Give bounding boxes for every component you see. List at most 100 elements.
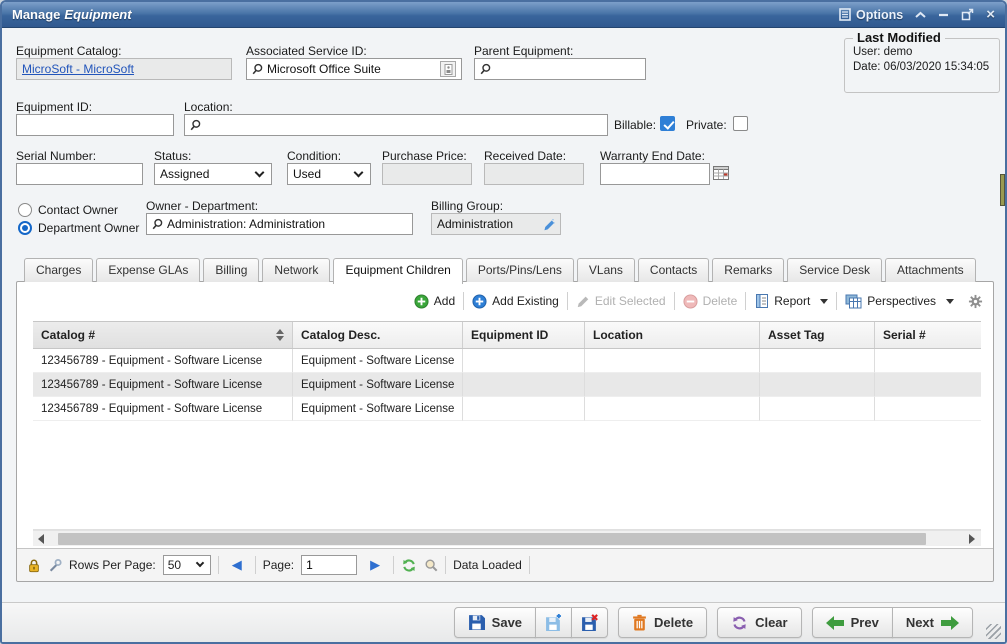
tab-charges[interactable]: Charges <box>24 258 93 282</box>
equipment-id-input[interactable] <box>16 114 174 136</box>
collapse-icon[interactable] <box>915 11 926 19</box>
tab-vlans[interactable]: VLans <box>577 258 635 282</box>
rows-per-page-select[interactable]: 50 <box>163 555 211 575</box>
horizontal-scrollbar[interactable] <box>33 530 981 546</box>
billing-group-label: Billing Group: <box>431 199 503 213</box>
clear-button[interactable]: Clear <box>717 607 802 638</box>
purchase-price-field <box>382 163 472 185</box>
tab-strip: Charges Expense GLAs Billing Network Equ… <box>24 258 976 284</box>
tab-ports-pins-lens[interactable]: Ports/Pins/Lens <box>466 258 574 282</box>
close-icon[interactable]: × <box>986 7 995 22</box>
last-modified-user: User: demo <box>853 46 991 58</box>
form-area: Equipment Catalog: MicroSoft - MicroSoft… <box>2 28 1005 642</box>
calendar-icon[interactable] <box>713 165 729 180</box>
delete-button[interactable]: Delete <box>618 607 707 638</box>
prev-page-icon[interactable]: ◀ <box>226 557 248 573</box>
tab-billing[interactable]: Billing <box>203 258 259 282</box>
tab-attachments[interactable]: Attachments <box>885 258 976 282</box>
grid-settings-button[interactable] <box>962 294 985 309</box>
clear-icon <box>731 615 748 631</box>
minimize-icon[interactable] <box>938 11 949 19</box>
column-header-equipment-id[interactable]: Equipment ID <box>463 322 585 348</box>
lock-icon[interactable] <box>27 558 41 573</box>
parent-equipment-field[interactable] <box>474 58 646 80</box>
billable-label: Billable: <box>614 118 656 132</box>
tab-equipment-children[interactable]: Equipment Children <box>333 258 462 284</box>
condition-select[interactable]: Used <box>287 163 371 185</box>
equipment-catalog-link[interactable]: MicroSoft - MicroSoft <box>22 62 134 76</box>
tools-icon[interactable] <box>48 558 62 573</box>
prev-button[interactable]: Prev <box>812 607 893 638</box>
serial-number-label: Serial Number: <box>16 149 96 163</box>
last-modified-legend: Last Modified <box>853 30 945 45</box>
resize-grip[interactable] <box>986 624 1001 639</box>
save-and-new-button[interactable] <box>535 607 572 638</box>
delete-row-button[interactable]: Delete <box>675 294 746 309</box>
scroll-right-icon[interactable] <box>969 534 975 544</box>
chevron-down-icon <box>946 299 954 304</box>
billable-checkbox[interactable] <box>660 116 675 131</box>
chevron-down-icon <box>354 167 364 177</box>
scrollbar-thumb[interactable] <box>58 533 926 545</box>
gear-icon <box>968 294 983 309</box>
sort-icon <box>276 329 284 341</box>
save-and-close-button[interactable] <box>571 607 608 638</box>
contact-owner-radio[interactable] <box>18 203 32 217</box>
column-header-catalog-desc[interactable]: Catalog Desc. <box>293 322 463 348</box>
search-icon <box>480 63 491 75</box>
tab-contacts[interactable]: Contacts <box>638 258 709 282</box>
location-label: Location: <box>184 100 233 114</box>
page-input[interactable] <box>301 555 357 575</box>
add-existing-button[interactable]: Add Existing <box>464 294 567 309</box>
perspectives-button[interactable]: Perspectives <box>837 294 962 309</box>
cell-serial <box>875 373 981 397</box>
tab-remarks[interactable]: Remarks <box>712 258 784 282</box>
tab-network[interactable]: Network <box>262 258 330 282</box>
cell-catalog-desc: Equipment - Software License <box>293 397 463 421</box>
warranty-end-date-input[interactable] <box>600 163 710 185</box>
associated-service-id-field[interactable]: Microsoft Office Suite <box>246 58 462 80</box>
owner-department-field[interactable]: Administration: Administration <box>146 213 413 235</box>
department-owner-option[interactable]: Department Owner <box>18 221 139 235</box>
popout-icon[interactable] <box>961 8 974 21</box>
serial-number-input[interactable] <box>16 163 143 185</box>
status-label: Status: <box>154 149 191 163</box>
next-button[interactable]: Next <box>892 607 973 638</box>
next-page-icon[interactable]: ▶ <box>364 557 386 573</box>
table-row[interactable]: 123456789 - Equipment - Software License… <box>33 349 981 373</box>
table-row[interactable]: 123456789 - Equipment - Software License… <box>33 373 981 397</box>
trash-icon <box>632 614 647 631</box>
tab-service-desk[interactable]: Service Desk <box>787 258 882 282</box>
search-grid-icon[interactable] <box>424 558 438 572</box>
location-field[interactable] <box>184 114 608 136</box>
private-checkbox[interactable] <box>733 116 748 131</box>
service-details-button[interactable] <box>440 61 456 77</box>
billing-group-field: Administration <box>431 213 561 235</box>
column-header-asset-tag[interactable]: Asset Tag <box>760 322 875 348</box>
report-button[interactable]: Report <box>746 293 836 309</box>
add-icon <box>414 294 429 309</box>
add-button[interactable]: Add <box>406 294 463 309</box>
cell-asset-tag <box>760 349 875 373</box>
prev-arrow-icon <box>826 616 844 630</box>
options-button[interactable]: Options <box>839 8 903 22</box>
next-arrow-icon <box>941 616 959 630</box>
rows-per-page-label: Rows Per Page: <box>69 558 156 572</box>
column-header-catalog[interactable]: Catalog # <box>33 322 293 348</box>
column-header-serial[interactable]: Serial # <box>875 322 981 348</box>
chevron-down-icon <box>255 167 265 177</box>
parent-equipment-label: Parent Equipment: <box>474 44 573 58</box>
column-header-location[interactable]: Location <box>585 322 760 348</box>
contact-owner-option[interactable]: Contact Owner <box>18 203 118 217</box>
table-row[interactable]: 123456789 - Equipment - Software License… <box>33 397 981 421</box>
department-owner-radio[interactable] <box>18 221 32 235</box>
edit-pencil-icon[interactable] <box>542 218 555 231</box>
edit-selected-button[interactable]: Edit Selected <box>568 294 674 308</box>
save-button[interactable]: Save <box>454 607 536 638</box>
save-new-icon <box>545 614 562 631</box>
tab-expense-glas[interactable]: Expense GLAs <box>96 258 200 282</box>
search-icon <box>252 63 263 75</box>
status-select[interactable]: Assigned <box>154 163 272 185</box>
scroll-left-icon[interactable] <box>38 534 44 544</box>
refresh-icon[interactable] <box>401 558 417 573</box>
